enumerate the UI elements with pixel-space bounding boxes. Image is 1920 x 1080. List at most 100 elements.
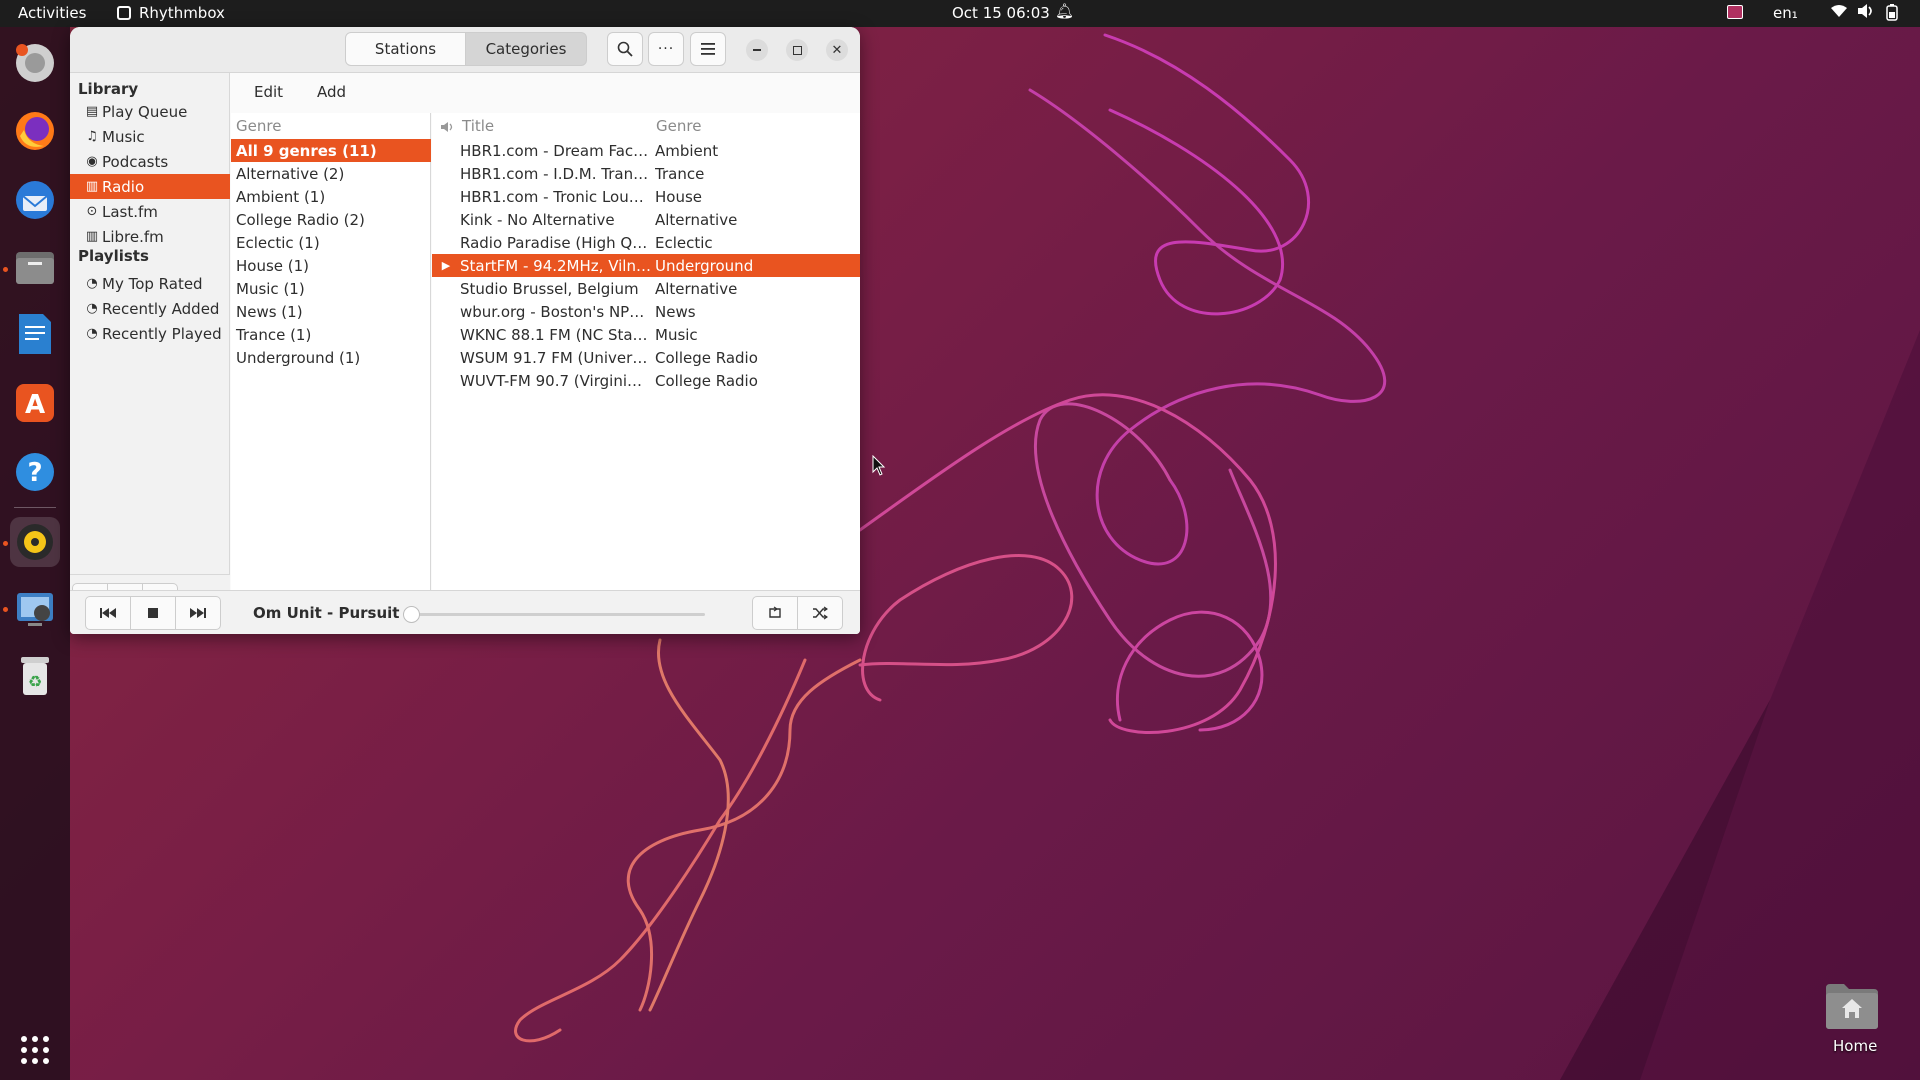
station-genre: Ambient [655,141,719,160]
dock-disk-usage-icon[interactable] [10,38,60,88]
station-row[interactable]: ▶ StartFM - 94.2MHz, Vilniu... Underground [432,254,860,277]
app-menu[interactable]: Rhythmbox [117,4,225,22]
sidebar-item-libre-fm[interactable]: ▥ Libre.fm [70,224,230,249]
screenshot-indicator-icon[interactable] [1727,5,1743,19]
minimize-button[interactable] [746,39,768,61]
genre-row[interactable]: News (1) [231,300,431,323]
svg-text:?: ? [27,458,42,488]
genre-row[interactable]: Trance (1) [231,323,431,346]
genre-row[interactable]: Underground (1) [231,346,431,369]
dock-screenshot-tool-icon[interactable] [10,583,60,633]
library-heading: Library [78,80,139,98]
dock-app-center-icon[interactable]: A [10,378,60,428]
genre-row[interactable]: House (1) [231,254,431,277]
title-column-header[interactable]: Title [462,117,494,135]
sidebar-item-last-fm[interactable]: ⊙ Last.fm [70,199,230,224]
svg-text:A: A [25,390,45,420]
top-bar: Activities Rhythmbox Oct 15 06:03 🔔︎ en₁ [0,0,1920,27]
edit-button[interactable]: Edit [254,83,283,101]
station-list: Title Genre HBR1.com - Dream Factory Ambi… [432,113,860,590]
station-genre: Alternative [655,279,738,298]
station-genre: Eclectic [655,233,713,252]
sidebar-item-recently-played[interactable]: ◔ Recently Played [70,321,230,346]
dock-firefox-icon[interactable] [10,106,60,156]
activities-button[interactable]: Activities [18,4,86,22]
bell-icon[interactable]: 🔔︎ [1055,2,1074,20]
dock-trash-icon[interactable]: ♻ [10,651,60,701]
genre-row[interactable]: All 9 genres (11) [231,139,431,162]
speaker-column-icon[interactable] [440,119,454,137]
tab-stations[interactable]: Stations [345,32,466,66]
dock-files-icon[interactable] [10,242,60,292]
minimize-icon [753,49,761,51]
station-row[interactable]: HBR1.com - Dream Factory Ambient [432,139,860,162]
sidebar-item-radio[interactable]: ▥ Radio [70,174,230,199]
genre-row[interactable]: Music (1) [231,277,431,300]
language-indicator[interactable]: en₁ [1773,4,1798,22]
station-row[interactable]: WUVT-FM 90.7 (Virginia T... College Radio [432,369,860,392]
seek-slider-handle[interactable] [403,606,420,623]
hamburger-menu-icon [701,43,715,55]
genre-row[interactable]: Ambient (1) [231,185,431,208]
dock-help-icon[interactable]: ? [10,447,60,497]
station-genre: Music [655,325,698,344]
genre-row[interactable]: College Radio (2) [231,208,431,231]
volume-icon[interactable] [1857,3,1875,23]
header-bar: Stations Categories ··· ✕ [70,27,860,73]
more-button[interactable]: ··· [648,32,684,66]
station-row[interactable]: HBR1.com - I.D.M. Trance... Trance [432,162,860,185]
sidebar-item-recently-added[interactable]: ◔ Recently Added [70,296,230,321]
add-button[interactable]: Add [317,83,346,101]
station-genre: News [655,302,696,321]
dock-thunderbird-icon[interactable] [10,175,60,225]
wifi-icon[interactable] [1830,3,1848,23]
shuffle-button[interactable] [797,596,843,630]
sidebar-item-label: My Top Rated [102,274,203,293]
tab-categories[interactable]: Categories [465,32,587,66]
dock-writer-icon[interactable] [10,309,60,359]
sidebar-item-podcasts[interactable]: ◉ Podcasts [70,149,230,174]
sidebar-item-label: Play Queue [102,102,188,121]
seek-slider[interactable] [403,606,705,623]
stop-button[interactable] [130,596,176,630]
dock-running-indicator [3,267,8,272]
queue-icon: ▤ [85,104,99,119]
show-apps-icon[interactable] [10,1025,60,1075]
sidebar-item-music[interactable]: ♫ Music [70,124,230,149]
station-row[interactable]: Kink - No Alternative Alternative [432,208,860,231]
sidebar: Library ▤ Play Queue ♫ Music ◉ Podcasts ▥ Radio… [70,73,230,618]
station-row[interactable]: HBR1.com - Tronic Lounge House [432,185,860,208]
station-title: wbur.org - Boston's NPR n... [460,302,655,321]
genre-row[interactable]: Eclectic (1) [231,231,431,254]
home-folder-icon[interactable] [1824,982,1880,1030]
smart-playlist-icon: ◔ [86,301,98,316]
station-row[interactable]: WKNC 88.1 FM (NC State)... Music [432,323,860,346]
genre-column-header[interactable]: Genre [236,117,281,135]
close-button[interactable]: ✕ [826,39,848,61]
sidebar-item-my-top-rated[interactable]: ◔ My Top Rated [70,271,230,296]
battery-icon[interactable] [1886,4,1898,25]
station-title: WSUM 91.7 FM (Universit... [460,348,655,367]
next-button[interactable] [175,596,221,630]
dock-running-indicator [3,541,8,546]
previous-button[interactable] [85,596,131,630]
station-genre-column-header[interactable]: Genre [656,117,701,135]
station-row[interactable]: WSUM 91.7 FM (Universit... College Radio [432,346,860,369]
maximize-button[interactable] [786,39,808,61]
repeat-button[interactable] [752,596,798,630]
dock-rhythmbox-icon[interactable] [10,517,60,567]
radio-icon: ▥ [85,179,99,194]
station-title: WUVT-FM 90.7 (Virginia T... [460,371,655,390]
main-menu-button[interactable] [690,32,726,66]
genre-row[interactable]: Alternative (2) [231,162,431,185]
station-row[interactable]: wbur.org - Boston's NPR n... News [432,300,860,323]
sidebar-item-label: Music [102,127,145,146]
sidebar-item-play-queue[interactable]: ▤ Play Queue [70,99,230,124]
genre-browser: Genre All 9 genres (11) Alternative (2) Am… [231,113,431,590]
repeat-icon [769,606,781,618]
station-row[interactable]: Radio Paradise (High Qua... Eclectic [432,231,860,254]
station-row[interactable]: Studio Brussel, Belgium Alternative [432,277,860,300]
station-title: Studio Brussel, Belgium [460,279,639,298]
search-button[interactable] [607,32,643,66]
clock[interactable]: Oct 15 06:03 [952,4,1050,22]
